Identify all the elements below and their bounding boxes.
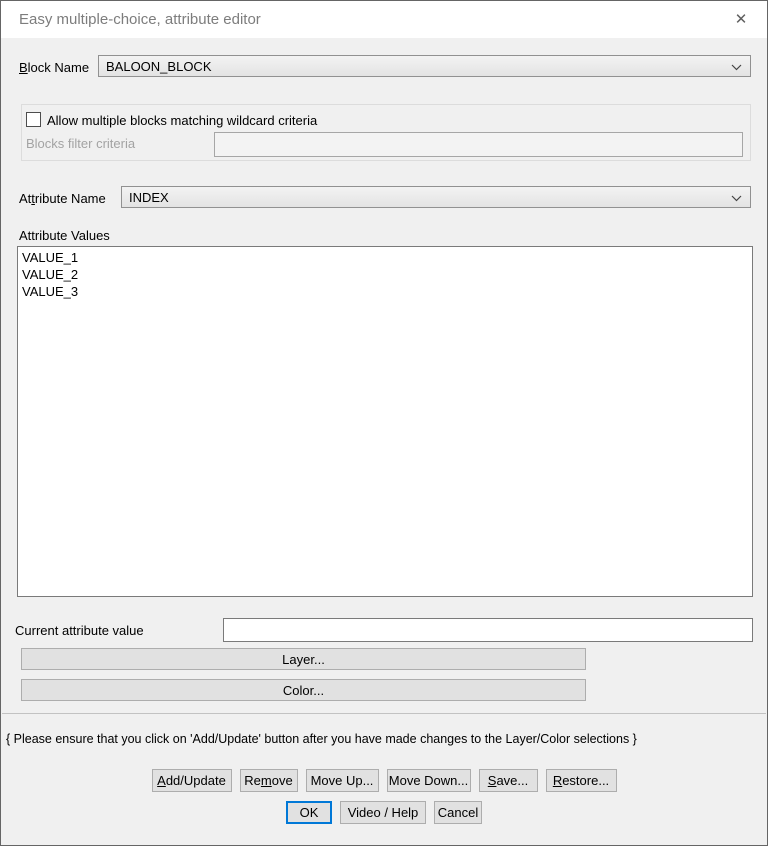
close-button[interactable]: ✕ [717, 1, 765, 37]
titlebar: Easy multiple-choice, attribute editor ✕ [1, 1, 767, 38]
list-item[interactable]: VALUE_1 [18, 249, 752, 266]
color-button[interactable]: Color... [21, 679, 586, 701]
window-title: Easy multiple-choice, attribute editor [19, 11, 261, 28]
move-down-button[interactable]: Move Down... [386, 769, 471, 792]
divider [2, 713, 766, 714]
move-up-button[interactable]: Move Up... [305, 769, 379, 792]
block-name-dropdown[interactable]: BALOON_BLOCK [98, 55, 751, 77]
remove-button[interactable]: Remove [239, 769, 298, 792]
allow-multiple-blocks-checkbox[interactable] [26, 112, 41, 127]
list-item[interactable]: VALUE_3 [18, 283, 752, 300]
allow-multiple-blocks-label: Allow multiple blocks matching wildcard … [47, 113, 318, 128]
attribute-name-value: INDEX [129, 189, 169, 205]
block-name-value: BALOON_BLOCK [106, 58, 212, 74]
attribute-name-dropdown[interactable]: INDEX [121, 186, 751, 208]
note-text: { Please ensure that you click on 'Add/U… [6, 732, 637, 746]
current-attribute-value-label: Current attribute value [15, 623, 144, 638]
save-button[interactable]: Save... [478, 769, 538, 792]
blocks-filter-label: Blocks filter criteria [26, 136, 136, 151]
ok-button[interactable]: OK [286, 801, 332, 824]
video-help-button[interactable]: Video / Help [340, 801, 426, 824]
close-icon: ✕ [734, 11, 748, 28]
block-name-label: Block Name [19, 60, 90, 75]
chevron-down-icon [731, 195, 742, 202]
chevron-down-icon [731, 64, 742, 71]
restore-button[interactable]: Restore... [545, 769, 617, 792]
cancel-button[interactable]: Cancel [434, 801, 482, 824]
attribute-values-listbox[interactable]: VALUE_1 VALUE_2 VALUE_3 [17, 246, 753, 597]
blocks-filter-input[interactable] [214, 132, 743, 157]
layer-button[interactable]: Layer... [21, 648, 586, 670]
add-update-button[interactable]: Add/Update [151, 769, 232, 792]
dialog-button-row: OK Video / Help Cancel [1, 801, 767, 824]
list-item[interactable]: VALUE_2 [18, 266, 752, 283]
attribute-editor-dialog: Easy multiple-choice, attribute editor ✕… [0, 0, 768, 846]
attribute-name-label: Attribute Name [19, 191, 106, 206]
attribute-values-label: Attribute Values [19, 228, 110, 243]
action-button-row: Add/Update Remove Move Up... Move Down..… [1, 769, 767, 792]
current-attribute-value-input[interactable] [223, 618, 753, 642]
